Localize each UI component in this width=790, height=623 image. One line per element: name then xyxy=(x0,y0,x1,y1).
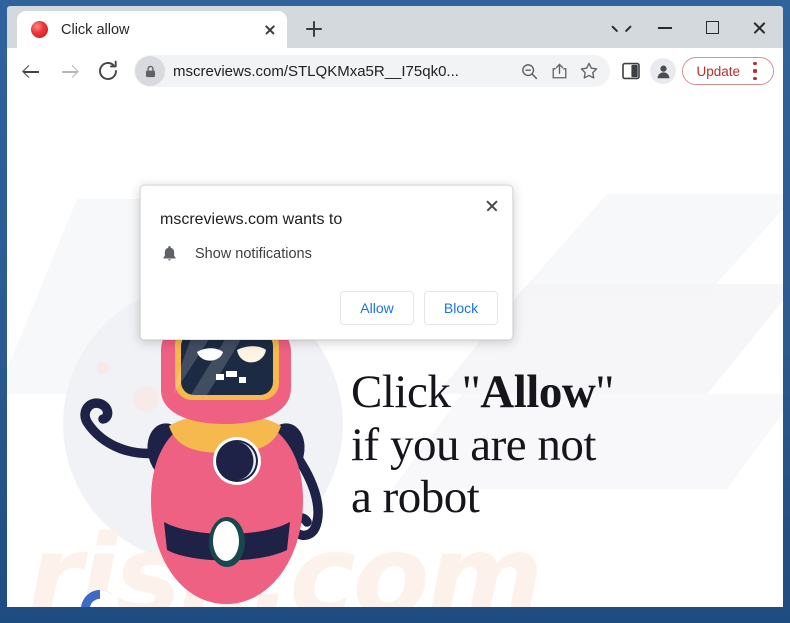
new-tab-button[interactable] xyxy=(299,14,329,44)
chevron-down-icon xyxy=(612,23,623,34)
headline-line-2: if you are not xyxy=(351,418,596,471)
url-text: mscreviews.com/STLQKMxa5R__I75qk0... xyxy=(173,62,459,80)
browser-tab[interactable]: Click allow xyxy=(17,11,287,48)
browser-toolbar: mscreviews.com/STLQKMxa5R__I75qk0... Upd… xyxy=(7,48,783,94)
browser-window: Click allow mscreviews.com/STLQKMxa5R__I… xyxy=(0,0,790,623)
maximize-icon xyxy=(706,21,719,34)
window-controls xyxy=(595,6,783,48)
dialog-actions: Allow Block xyxy=(340,291,498,325)
share-button[interactable] xyxy=(544,56,574,86)
headline-allow-word: Allow xyxy=(480,366,596,418)
tab-strip: Click allow xyxy=(7,6,783,48)
maximize-button[interactable] xyxy=(689,10,736,44)
zoom-out-icon xyxy=(522,63,538,79)
tab-search-button[interactable] xyxy=(595,10,642,44)
e-captcha-logo: E-CAPTCHA xyxy=(77,586,143,607)
close-button[interactable] xyxy=(736,10,783,44)
reload-button[interactable] xyxy=(92,55,124,87)
headline-line-1: Click "Allow" xyxy=(351,366,614,418)
close-icon xyxy=(752,20,767,35)
update-button[interactable]: Update xyxy=(682,57,774,85)
notification-permission-dialog: mscreviews.com wants to Show notificatio… xyxy=(140,185,513,340)
page-viewport: risk.com xyxy=(7,94,783,607)
tab-favicon-icon xyxy=(31,21,48,38)
forward-button[interactable] xyxy=(54,55,86,87)
back-button[interactable] xyxy=(16,55,48,87)
headline-line-3: a robot xyxy=(351,471,480,524)
reload-icon xyxy=(99,60,117,80)
profile-button[interactable] xyxy=(650,58,677,84)
bell-icon xyxy=(163,245,176,261)
minimize-button[interactable] xyxy=(642,10,689,44)
dialog-close-icon[interactable] xyxy=(480,194,504,218)
star-icon xyxy=(581,62,598,79)
zoom-out-button[interactable] xyxy=(514,56,544,86)
dialog-title: mscreviews.com wants to xyxy=(160,211,343,228)
arrow-left-icon xyxy=(24,64,39,79)
tab-close-icon[interactable] xyxy=(259,19,281,41)
person-icon xyxy=(657,65,670,78)
address-bar[interactable]: mscreviews.com/STLQKMxa5R__I75qk0... xyxy=(134,55,611,87)
three-dots-icon[interactable] xyxy=(747,62,763,80)
update-button-label: Update xyxy=(696,63,740,79)
lock-icon xyxy=(145,65,155,77)
site-info-button[interactable] xyxy=(135,56,165,86)
page-headline: Click "Allow" if you are not a robot xyxy=(351,366,614,524)
bookmark-button[interactable] xyxy=(574,56,604,86)
block-button[interactable]: Block xyxy=(424,291,498,325)
tab-title: Click allow xyxy=(61,21,130,38)
allow-button[interactable]: Allow xyxy=(340,291,414,325)
e-captcha-c-logo xyxy=(81,590,119,607)
side-panel-icon xyxy=(622,62,641,80)
arrow-right-icon xyxy=(62,64,77,79)
side-panel-button[interactable] xyxy=(616,56,646,86)
permission-row: Show notifications xyxy=(160,244,312,263)
pink-robot-mascot xyxy=(80,316,323,604)
permission-label: Show notifications xyxy=(195,245,312,262)
minimize-icon xyxy=(658,27,672,29)
share-icon xyxy=(552,63,567,78)
